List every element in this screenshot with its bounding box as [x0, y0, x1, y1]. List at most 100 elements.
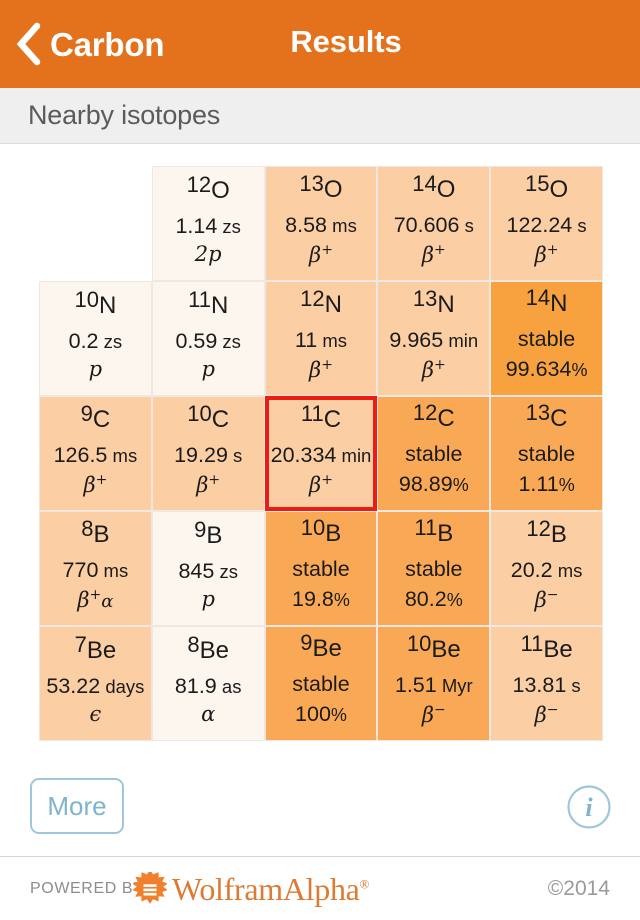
mass-number: 10	[74, 286, 99, 312]
decay-charge: +	[433, 241, 446, 258]
decay-symbol: β	[421, 357, 434, 382]
isotope-row-o: 12O 1.14 zs 2p 13O 8.58 ms β+ 14O 70.606 s β+ 15O…	[39, 166, 603, 281]
isotope-cell-13o[interactable]: 13O 8.58 ms β+	[264, 166, 378, 281]
half-life-value: 20.334	[270, 443, 337, 468]
isotope-label: 13N	[413, 288, 455, 319]
mass-number: 11	[188, 286, 211, 312]
decay-mode: β+α	[77, 586, 113, 614]
half-life: 20.334 min	[271, 441, 372, 471]
element-symbol: C	[211, 406, 230, 434]
isotope-cell-13c[interactable]: 13C stable 1.11%	[490, 396, 603, 511]
decay-mode: β+	[422, 241, 446, 269]
isotope-label: 8B	[81, 518, 110, 549]
isotope-cell-8b[interactable]: 8B 770 ms β+α	[39, 511, 152, 626]
info-icon[interactable]: i	[566, 784, 612, 830]
half-life: 8.58 ms	[285, 211, 357, 241]
half-life-value: 0.2	[68, 328, 99, 353]
decay-mode: β+	[83, 471, 107, 499]
half-life: 20.2 ms	[511, 556, 583, 586]
isotope-cell-11b[interactable]: 11B stable 80.2%	[377, 511, 491, 626]
half-life: 9.965 min	[389, 326, 478, 356]
mass-number: 13	[412, 286, 438, 312]
element-symbol: C	[92, 406, 111, 434]
isotope-cell-14n[interactable]: 14N stable 99.634%	[490, 281, 603, 396]
decay-symbol: α	[201, 702, 216, 727]
isotope-cell-11c[interactable]: 11C 20.334 min β+	[264, 396, 378, 511]
grid-spacer	[39, 166, 152, 281]
abundance: 1.11%	[518, 470, 574, 500]
isotope-label: 15O	[525, 173, 568, 202]
isotope-label: 7Be	[75, 633, 117, 663]
isotope-label: 12C	[413, 402, 455, 433]
mass-number: 9	[300, 630, 313, 656]
isotope-cell-12c[interactable]: 12C stable 98.89%	[377, 396, 491, 511]
mass-number: 12	[526, 516, 551, 542]
more-button[interactable]: More	[30, 778, 124, 834]
isotope-cell-15o[interactable]: 15O 122.24 s β+	[490, 166, 603, 281]
isotope-row-b: 8B 770 ms β+α 9B 845 zs p 10B stable 19.8% 11B sta…	[39, 511, 603, 626]
half-life-value: 126.5	[53, 443, 108, 468]
decay-symbol: β	[534, 587, 547, 612]
half-life-value: 1.14	[175, 213, 218, 238]
decay-charge: +	[321, 356, 333, 373]
isotope-cell-12o[interactable]: 12O 1.14 zs 2p	[151, 166, 265, 281]
isotope-cell-14o[interactable]: 14O 70.606 s β+	[377, 166, 491, 281]
isotope-label: 14O	[412, 173, 456, 204]
registered-mark: ®	[359, 875, 370, 891]
half-life: 845 zs	[178, 557, 238, 587]
isotope-cell-11be[interactable]: 11Be 13.81 s β−	[490, 626, 603, 741]
mass-number: 13	[525, 400, 551, 426]
isotope-label: 12O	[187, 173, 230, 203]
decay-charge: +	[546, 241, 559, 258]
half-life-unit: ms	[327, 215, 357, 237]
half-life-unit: ms	[317, 330, 348, 352]
isotope-cell-10b[interactable]: 10B stable 19.8%	[264, 511, 378, 626]
isotope-cell-10c[interactable]: 10C 19.29 s β+	[151, 396, 265, 511]
half-life-value: 770	[62, 558, 99, 583]
abundance: 19.8%	[292, 585, 350, 615]
decay-charge: +	[321, 471, 333, 488]
element-symbol: B	[550, 521, 567, 549]
element-symbol: N	[210, 291, 229, 319]
half-life: 0.2 zs	[69, 327, 123, 357]
half-life-unit: s	[227, 445, 243, 467]
isotope-cell-8be[interactable]: 8Be 81.9 as α	[151, 626, 265, 741]
abundance: 100%	[295, 700, 347, 730]
element-symbol: O	[436, 176, 456, 204]
isotope-cell-11n[interactable]: 11N 0.59 zs p	[151, 281, 265, 396]
half-life-value: 845	[178, 558, 215, 583]
abundance: 80.2%	[405, 585, 463, 615]
mass-number: 13	[299, 171, 324, 197]
isotope-cell-9be[interactable]: 9Be stable 100%	[264, 626, 378, 741]
half-life: 70.606 s	[394, 211, 474, 241]
isotope-cell-7be[interactable]: 7Be 53.22 days ϵ	[39, 626, 152, 741]
element-symbol: C	[323, 406, 342, 434]
isotope-cell-12n[interactable]: 12N 11 ms β+	[264, 281, 378, 396]
mass-number: 9	[80, 401, 93, 427]
mass-number: 9	[194, 516, 207, 542]
isotope-label: 9C	[81, 403, 111, 434]
element-symbol: C	[437, 405, 455, 433]
half-life-value: 0.59	[175, 328, 218, 353]
isotope-cell-10n[interactable]: 10N 0.2 zs p	[39, 281, 152, 396]
decay-symbol: p	[201, 357, 215, 382]
powered-by-label: POWERED BY	[30, 879, 145, 897]
half-life-value: 8.58	[285, 213, 328, 238]
starburst-icon	[133, 871, 167, 904]
decay-mode: ϵ	[90, 701, 102, 728]
decay-symbol: β	[309, 357, 322, 382]
isotope-cell-10be[interactable]: 10Be 1.51 Myr β−	[377, 626, 491, 741]
half-life: 126.5 ms	[54, 441, 138, 471]
decay-charge: −	[546, 701, 559, 718]
element-symbol: B	[93, 521, 110, 549]
half-life: 122.24 s	[507, 211, 587, 241]
element-symbol: N	[437, 291, 455, 319]
decay-mode: β+	[535, 241, 559, 269]
isotope-cell-12b[interactable]: 12B 20.2 ms β−	[490, 511, 603, 626]
isotope-cell-9c[interactable]: 9C 126.5 ms β+	[39, 396, 152, 511]
isotope-row-n: 10N 0.2 zs p 11N 0.59 zs p 12N 11 ms β+ 13N 9.965 …	[39, 281, 603, 396]
isotope-cell-13n[interactable]: 13N 9.965 min β+	[377, 281, 491, 396]
isotope-cell-9b[interactable]: 9B 845 zs p	[151, 511, 265, 626]
isotope-label: 13O	[299, 173, 342, 202]
abundance-value: 99.634	[505, 357, 572, 381]
